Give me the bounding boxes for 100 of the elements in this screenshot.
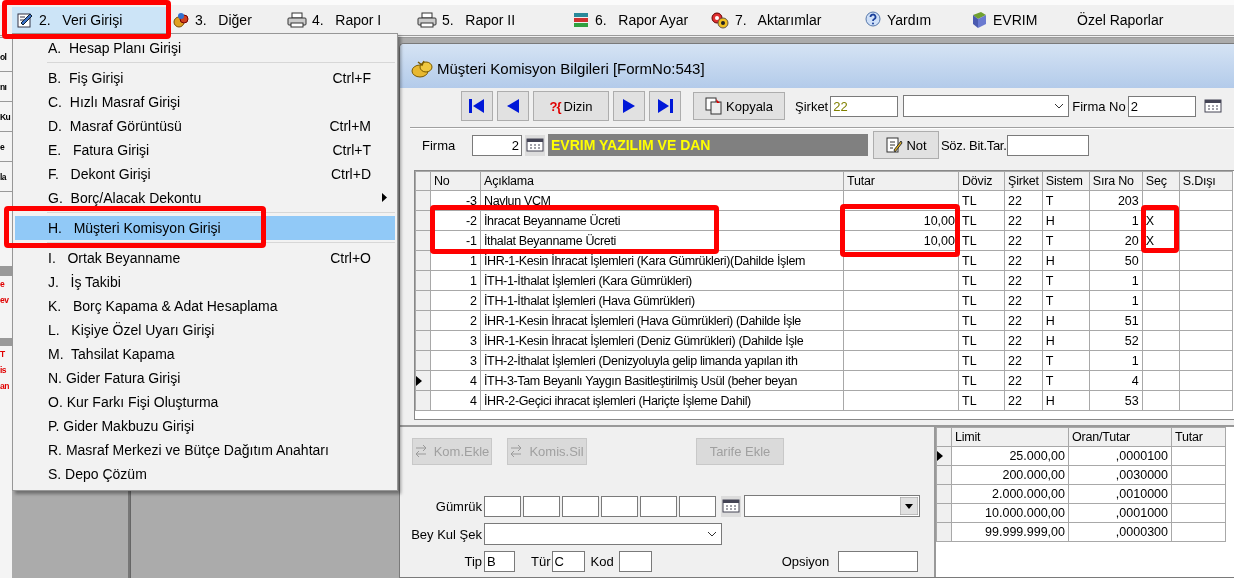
current-row-arrow-icon: [937, 451, 943, 461]
menu-item[interactable]: A. Hesap Planı Girişi: [15, 36, 395, 60]
menu-item[interactable]: M. Tahsilat Kapama: [15, 342, 395, 366]
column-header[interactable]: Açıklama: [480, 171, 844, 191]
column-header[interactable]: Tutar: [1171, 427, 1226, 447]
table-cell: İHR-1-Kesin İhracat İşlemleri (Deniz Gümrükleri) (Dahilde İşle: [480, 330, 844, 351]
menu-item[interactable]: O. Kur Farkı Fişi Oluşturma: [15, 390, 395, 414]
table-cell: H: [1042, 210, 1090, 231]
previous-record-button[interactable]: [497, 91, 529, 121]
option-field[interactable]: [838, 551, 919, 572]
table-cell: 2.000.000,00: [951, 484, 1069, 504]
table-cell: TL: [958, 290, 1005, 311]
column-header[interactable]: Şirket: [1004, 171, 1043, 191]
table-cell: 203: [1089, 190, 1143, 211]
column-header[interactable]: Sıra No: [1089, 171, 1143, 191]
table-cell: 3: [430, 350, 481, 371]
firm-code-field[interactable]: 2: [472, 134, 522, 156]
menu-bar-item[interactable]: EVRIM: [966, 7, 1073, 33]
column-header[interactable]: Döviz: [958, 171, 1005, 191]
column-header[interactable]: S.Dışı: [1179, 171, 1233, 191]
column-header[interactable]: Sistem: [1042, 171, 1090, 191]
contract-end-date-field[interactable]: [1007, 134, 1090, 156]
table-cell: TL: [958, 190, 1005, 211]
menu-item[interactable]: K. Borç Kapama & Adat Hesaplama: [15, 294, 395, 318]
table-cell: 1: [1089, 290, 1143, 311]
menu-item[interactable]: B. Fiş Girişi Ctrl+F: [15, 66, 395, 90]
menu-item[interactable]: N. Gider Fatura Girişi: [15, 366, 395, 390]
table-cell: TL: [958, 230, 1005, 251]
field-label: Şirket: [795, 98, 829, 114]
kind-field[interactable]: C: [551, 551, 585, 572]
customs-code-field[interactable]: [601, 495, 638, 517]
menu-bar-item[interactable]: 3. Diğer: [168, 7, 283, 33]
table-cell: TL: [958, 350, 1005, 371]
menu-item[interactable]: S. Depo Çözüm: [15, 462, 395, 486]
menu-bar-item[interactable]: Özel Raporlar: [1073, 7, 1183, 33]
company-field[interactable]: 22: [830, 95, 899, 117]
menu-bar-item[interactable]: 6. Rapor Ayar: [568, 7, 706, 33]
table-cell: TL: [958, 330, 1005, 351]
menu-item[interactable]: R. Masraf Merkezi ve Bütçe Dağıtım Anahtarı: [15, 438, 395, 462]
field-label: Tip: [463, 554, 482, 569]
table-cell: 22: [1004, 370, 1043, 391]
field-label: Kod: [590, 554, 614, 569]
table-cell: TL: [958, 270, 1005, 291]
table-cell: 4: [430, 370, 481, 391]
code-field[interactable]: [618, 551, 652, 572]
submenu-arrow-icon: [382, 193, 387, 202]
menu-item[interactable]: J. İş Takibi: [15, 270, 395, 294]
menu-item[interactable]: H. Müşteri Komisyon Girişi: [15, 216, 395, 240]
field-label: Firma No: [1072, 98, 1126, 114]
firm-number-field[interactable]: 2: [1127, 95, 1196, 117]
menu-item[interactable]: E. Fatura Girişi Ctrl+T: [15, 138, 395, 162]
firm-name: EVRIM YAZILIM VE DAN: [548, 134, 868, 156]
field-label: Opsiyon: [781, 554, 830, 569]
column-header[interactable]: No: [430, 171, 481, 191]
type-field[interactable]: B: [484, 551, 515, 572]
column-header[interactable]: Oran/Tutar: [1068, 427, 1172, 447]
customs-code-field[interactable]: [484, 495, 521, 517]
table-cell: İHR-1-Kesin İhracat İşlemleri (Hava Gümrükleri) (Dahilde İşle: [480, 310, 844, 331]
first-record-icon: [468, 98, 486, 114]
menu-bar-item[interactable]: 5. Rapor II: [413, 7, 568, 33]
next-record-button[interactable]: [613, 91, 645, 121]
customs-code-field[interactable]: [523, 495, 560, 517]
copy-pages-icon: [705, 97, 723, 115]
column-header[interactable]: Tutar: [843, 171, 959, 191]
customs-code-field[interactable]: [562, 495, 599, 517]
field-label: Tür: [531, 554, 551, 569]
menu-item[interactable]: I. Ortak Beyanname Ctrl+O: [15, 246, 395, 270]
menu-item[interactable]: F. Dekont Girişi Ctrl+D: [15, 162, 395, 186]
menu-item[interactable]: C. Hızlı Masraf Girişi: [15, 90, 395, 114]
table-cell: 22: [1004, 310, 1043, 331]
dropdown-field[interactable]: [484, 523, 722, 545]
menu-item[interactable]: P. Gider Makbuzu Girişi: [15, 414, 395, 438]
table-cell: 22: [1004, 390, 1043, 411]
table-cell: T: [1042, 290, 1090, 311]
copy-button[interactable]: Kopyala: [693, 92, 785, 120]
menu-item[interactable]: D. Masraf Görüntüsü Ctrl+M: [15, 114, 395, 138]
table-cell: 22: [1004, 250, 1043, 271]
table-cell: 3: [430, 330, 481, 351]
customs-code-field[interactable]: [640, 495, 677, 517]
menu-bar-item[interactable]: Yardım: [860, 7, 966, 33]
menu-bar-item[interactable]: 7. Aktarımlar: [706, 7, 860, 33]
customs-code-field[interactable]: [679, 495, 716, 517]
printer-icon: [287, 12, 307, 28]
column-header[interactable]: Limit: [951, 427, 1069, 447]
shortcut-label: Ctrl+T: [332, 142, 371, 158]
table-cell: T: [1042, 190, 1090, 211]
dropdown-field[interactable]: [903, 95, 1070, 117]
table-cell: TL: [958, 310, 1005, 331]
column-header[interactable]: Seç: [1142, 171, 1180, 191]
dropdown-field[interactable]: [744, 495, 920, 517]
table-cell: H: [1042, 330, 1090, 351]
menu-bar-item[interactable]: 2. Veri Girişi: [12, 7, 168, 33]
index-button[interactable]: ?{ Dizin: [533, 91, 609, 121]
shortcut-label: Ctrl+F: [332, 70, 371, 86]
last-record-button[interactable]: [649, 91, 681, 121]
menu-bar-item[interactable]: 4. Rapor I: [283, 7, 413, 33]
menu-item[interactable]: G. Borç/Alacak Dekontu: [15, 186, 395, 210]
first-record-button[interactable]: [461, 91, 493, 121]
note-button[interactable]: Not: [873, 131, 939, 159]
menu-item[interactable]: L. Kişiye Özel Uyarı Girişi: [15, 318, 395, 342]
